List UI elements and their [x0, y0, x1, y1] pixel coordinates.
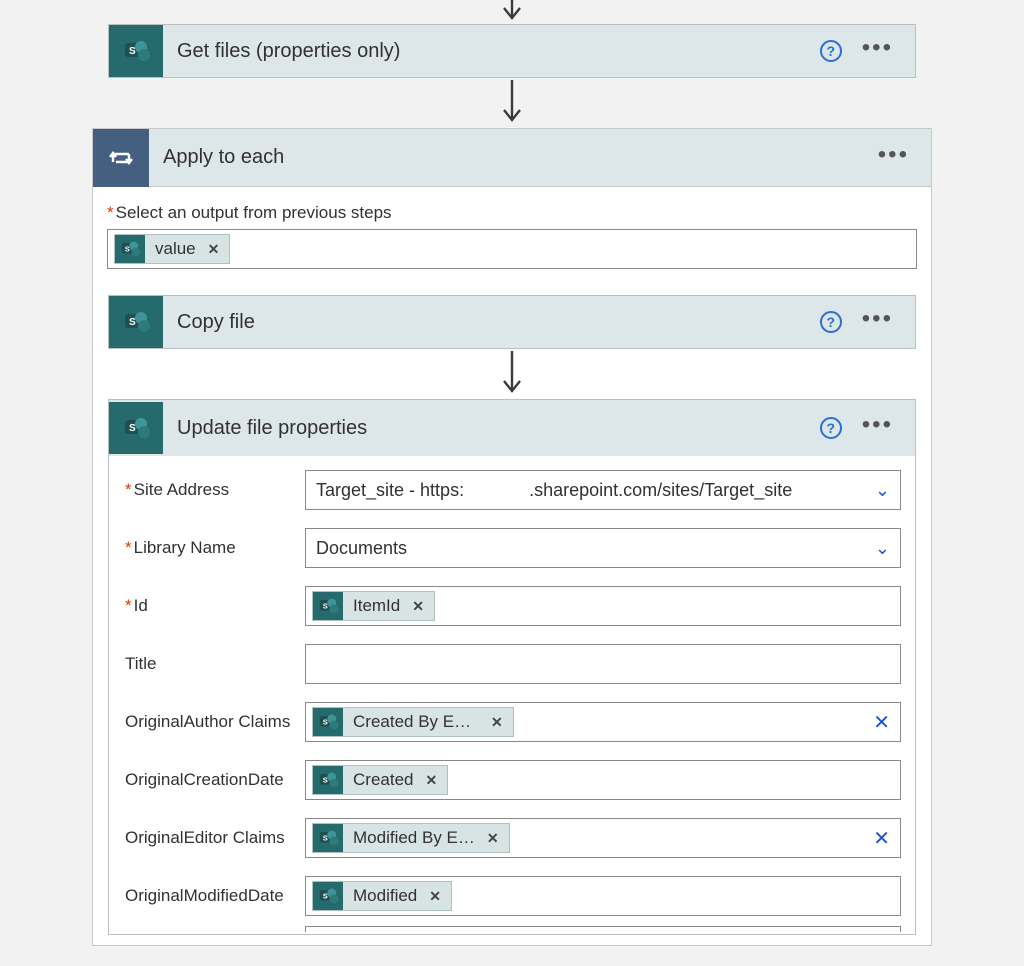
token-itemid[interactable]: ItemId ✕: [312, 591, 435, 621]
site-address-select[interactable]: Target_site - https: .sharepoint.com/sit…: [305, 470, 901, 510]
more-menu-icon[interactable]: •••: [862, 413, 893, 443]
action-header[interactable]: Update file properties ? •••: [109, 400, 915, 456]
sharepoint-icon: [109, 25, 163, 77]
id-input[interactable]: ItemId ✕: [305, 586, 901, 626]
field-label-library-name: *Library Name: [123, 538, 295, 558]
action-header[interactable]: Apply to each •••: [93, 129, 931, 187]
sharepoint-icon: [313, 824, 343, 852]
connector-arrow: [0, 0, 1024, 24]
sharepoint-icon: [109, 296, 163, 348]
action-title: Update file properties: [163, 417, 820, 440]
token-remove-icon[interactable]: ✕: [427, 888, 443, 905]
originalcreationdate-input[interactable]: Created ✕: [305, 760, 901, 800]
token-remove-icon[interactable]: ✕: [423, 772, 439, 789]
token-modified-by-email[interactable]: Modified By E… ✕: [312, 823, 510, 853]
sharepoint-icon: [313, 592, 343, 620]
clear-icon[interactable]: ✕: [873, 826, 894, 851]
token-remove-icon[interactable]: ✕: [489, 714, 505, 731]
select-output-input[interactable]: value ✕: [107, 229, 917, 269]
field-label-title: Title: [123, 654, 295, 674]
action-get-files[interactable]: Get files (properties only) ? •••: [108, 24, 916, 78]
help-icon[interactable]: ?: [820, 417, 842, 439]
token-modified[interactable]: Modified ✕: [312, 881, 452, 911]
token-created[interactable]: Created ✕: [312, 765, 448, 795]
sharepoint-icon: [313, 882, 343, 910]
field-label-id: *Id: [123, 596, 295, 616]
help-icon[interactable]: ?: [820, 40, 842, 62]
chevron-down-icon: ⌄: [875, 480, 890, 501]
clear-icon[interactable]: ✕: [873, 710, 894, 735]
action-copy-file[interactable]: Copy file ? •••: [108, 295, 916, 349]
field-label-site-address: *Site Address: [123, 480, 295, 500]
sharepoint-icon: [115, 235, 145, 263]
more-menu-icon[interactable]: •••: [862, 36, 893, 66]
field-label-originalmodifieddate: OriginalModifiedDate: [123, 886, 295, 906]
action-apply-to-each: Apply to each ••• *Select an output from…: [92, 128, 932, 946]
help-icon[interactable]: ?: [820, 311, 842, 333]
action-title: Get files (properties only): [163, 40, 820, 63]
action-update-file-properties: Update file properties ? ••• *Site Addre…: [108, 399, 916, 935]
token-remove-icon[interactable]: ✕: [485, 830, 501, 847]
field-label-originaleditor: OriginalEditor Claims: [123, 828, 295, 848]
token-value[interactable]: value ✕: [114, 234, 230, 264]
field-label-select-output: *Select an output from previous steps: [107, 203, 917, 223]
sharepoint-icon: [313, 766, 343, 794]
connector-arrow: [0, 78, 1024, 128]
title-input[interactable]: [305, 644, 901, 684]
action-title: Copy file: [163, 311, 820, 334]
sharepoint-icon: [109, 402, 163, 454]
originalmodifieddate-input[interactable]: Modified ✕: [305, 876, 901, 916]
more-menu-icon[interactable]: •••: [878, 143, 909, 173]
chevron-down-icon: ⌄: [875, 538, 890, 559]
loop-icon: [93, 129, 149, 187]
connector-arrow: [107, 349, 917, 399]
token-remove-icon[interactable]: ✕: [410, 598, 426, 615]
originalauthor-input[interactable]: Created By Em… ✕ ✕: [305, 702, 901, 742]
action-title: Apply to each: [149, 146, 878, 169]
library-name-select[interactable]: Documents ⌄: [305, 528, 901, 568]
sharepoint-icon: [313, 708, 343, 736]
token-created-by-email[interactable]: Created By Em… ✕: [312, 707, 514, 737]
field-label-originalauthor: OriginalAuthor Claims: [123, 712, 295, 732]
originaleditor-input[interactable]: Modified By E… ✕ ✕: [305, 818, 901, 858]
field-label-originalcreationdate: OriginalCreationDate: [123, 770, 295, 790]
token-remove-icon[interactable]: ✕: [206, 241, 222, 258]
more-menu-icon[interactable]: •••: [862, 307, 893, 337]
